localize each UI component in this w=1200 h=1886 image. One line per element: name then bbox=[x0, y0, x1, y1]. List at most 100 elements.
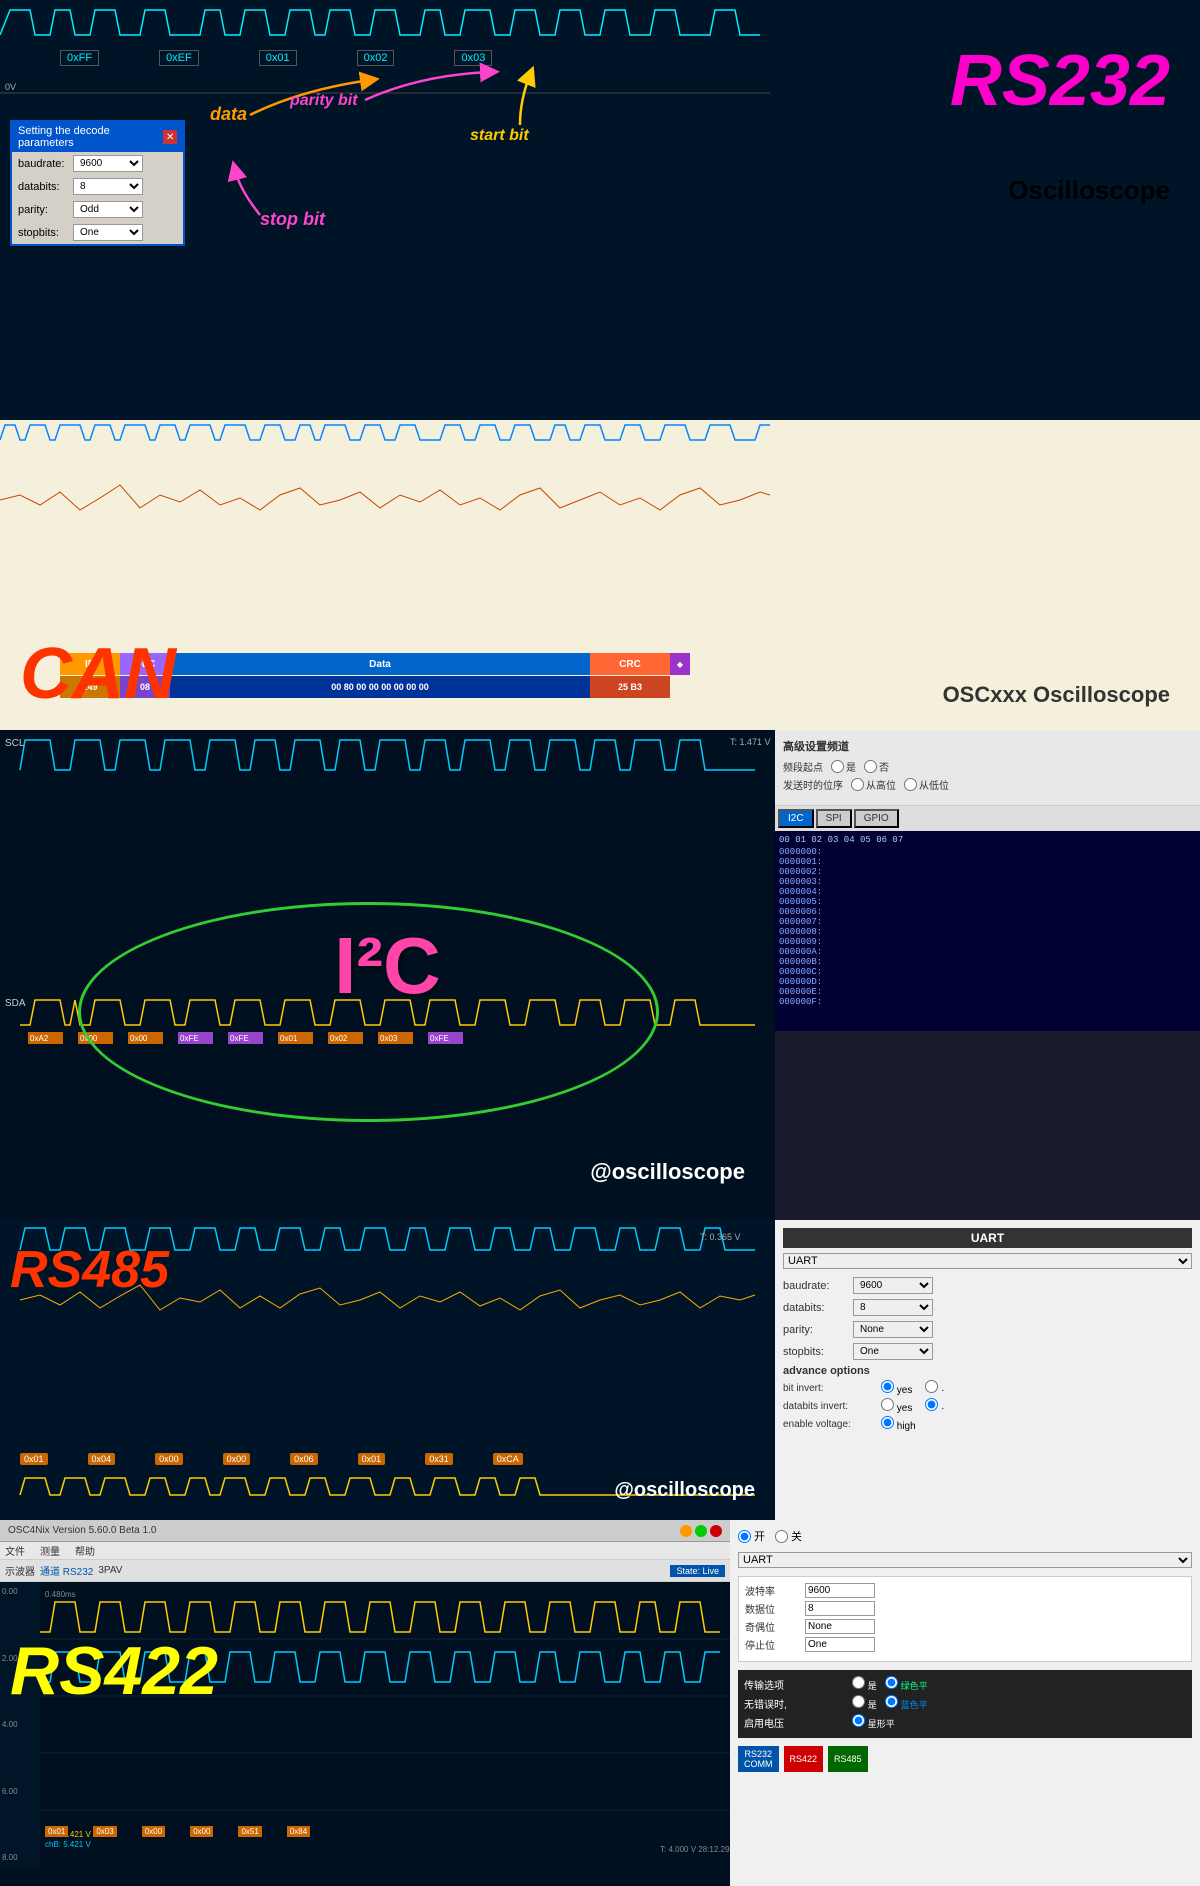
uart-databits-row: databits: 8 bbox=[783, 1299, 1192, 1316]
uart-databits-select[interactable]: 8 bbox=[853, 1299, 933, 1316]
rs422-parity-input[interactable] bbox=[805, 1619, 875, 1634]
can-crc-segment: CRC bbox=[590, 653, 670, 675]
svg-text:0V: 0V bbox=[5, 82, 16, 92]
stopbits-select[interactable]: One Two bbox=[73, 224, 143, 241]
i2c-data-display: 00 01 02 03 04 05 06 07 0000000: 0000001… bbox=[775, 831, 1200, 1031]
rs422-databits-input[interactable] bbox=[805, 1601, 875, 1616]
tab-gpio[interactable]: GPIO bbox=[854, 809, 899, 828]
rs422-open-close: 开 关 bbox=[738, 1528, 1192, 1544]
hex-label-01: 0x01 bbox=[259, 50, 297, 66]
toolbar-rs232[interactable]: 通道 RS232 bbox=[40, 1563, 93, 1578]
rs232-oscilloscope-label: Oscilloscope bbox=[1008, 175, 1170, 206]
rs422-data-no[interactable]: 蓝色平 bbox=[885, 1695, 928, 1711]
rs422-hex-0: 0x01 bbox=[45, 1826, 68, 1837]
uart-parity-select[interactable]: None bbox=[853, 1321, 933, 1338]
i2c-radio-msb[interactable]: 从高位 bbox=[851, 777, 896, 792]
can-waveform-svg bbox=[0, 420, 770, 620]
hex-label-03: 0x03 bbox=[454, 50, 492, 66]
rs422-hex-row: 0x01 0x03 0x00 0x00 0x51 0x84 bbox=[45, 1826, 310, 1837]
i2c-title: I²C bbox=[334, 920, 441, 1012]
uart-section-title: UART bbox=[783, 1228, 1192, 1248]
parity-select[interactable]: Odd Even None bbox=[73, 201, 143, 218]
rs485-button[interactable]: RS485 bbox=[828, 1746, 868, 1772]
i2c-data-row-0: 0000000: bbox=[779, 847, 1196, 857]
rs422-waveform-svg: 0.480ms T: 4.000 V 28:12.295 chA: 5.421 … bbox=[40, 1582, 730, 1867]
rs422-close-button[interactable] bbox=[710, 1525, 722, 1537]
maximize-button[interactable] bbox=[695, 1525, 707, 1537]
rs422-protocol-buttons: RS232COMM RS422 RS485 bbox=[738, 1746, 1192, 1772]
databits-invert-yes[interactable]: yes bbox=[881, 1398, 912, 1414]
can-title: CAN bbox=[20, 633, 176, 715]
databits-invert-label: databits invert: bbox=[783, 1401, 873, 1412]
i2c-setting-label2: 发送时的位序 bbox=[783, 777, 843, 792]
i2c-radio-yes[interactable]: 是 bbox=[831, 759, 856, 774]
i2c-data-row-c: 000000C: bbox=[779, 967, 1196, 977]
rs422-bitinvert-label: 传输选项 bbox=[744, 1677, 844, 1692]
rs422-data-yes[interactable]: 是 bbox=[852, 1695, 877, 1711]
minimize-button[interactable] bbox=[680, 1525, 692, 1537]
bit-invert-label: bit invert: bbox=[783, 1383, 873, 1394]
i2c-data-row-2: 0000002: bbox=[779, 867, 1196, 877]
i2c-radio-lsb[interactable]: 从低位 bbox=[904, 777, 949, 792]
toolbar-pav: 3PAV bbox=[98, 1565, 122, 1576]
decode-parity-row: parity: Odd Even None bbox=[12, 198, 183, 221]
tab-spi[interactable]: SPI bbox=[816, 809, 852, 828]
rs232-comm-button[interactable]: RS232COMM bbox=[738, 1746, 779, 1772]
rs422-window-title-bar: OSC4Nix Version 5.60.0 Beta 1.0 bbox=[0, 1520, 730, 1542]
rs485-hex-7: 0xCA bbox=[493, 1453, 523, 1465]
rs485-hex-1: 0x04 bbox=[88, 1453, 116, 1465]
bit-invert-no[interactable]: · bbox=[925, 1380, 944, 1396]
rs422-baudrate-input[interactable] bbox=[805, 1583, 875, 1598]
rs422-hex-4: 0x51 bbox=[238, 1826, 261, 1837]
baudrate-select[interactable]: 9600 115200 bbox=[73, 155, 143, 172]
rs422-bit-no[interactable]: 绿色平 bbox=[885, 1676, 928, 1692]
uart-baudrate-row: baudrate: 9600 bbox=[783, 1277, 1192, 1294]
rs422-section: OSC4Nix Version 5.60.0 Beta 1.0 文件 测量 帮助… bbox=[0, 1520, 1200, 1886]
rs422-stopbits-row: 停止位 bbox=[745, 1637, 1185, 1652]
decode-dialog-close-button[interactable]: ✕ bbox=[163, 130, 177, 144]
i2c-radio-no[interactable]: 否 bbox=[864, 759, 889, 774]
i2c-settings-row1: 频段起点 是 否 bbox=[783, 759, 1192, 774]
uart-baudrate-select[interactable]: 9600 bbox=[853, 1277, 933, 1294]
sda-label: SDA bbox=[5, 998, 26, 1009]
rs485-hex-4: 0x06 bbox=[290, 1453, 318, 1465]
rs485-hex-3: 0x00 bbox=[223, 1453, 251, 1465]
open-radio[interactable]: 开 bbox=[738, 1528, 765, 1544]
svg-text:chB: 5.421 V: chB: 5.421 V bbox=[45, 1840, 91, 1849]
tab-i2c[interactable]: I2C bbox=[778, 809, 814, 828]
baudrate-label: baudrate: bbox=[18, 158, 73, 170]
i2c-data-row-1: 0000001: bbox=[779, 857, 1196, 867]
databits-select[interactable]: 8 7 bbox=[73, 178, 143, 195]
databits-invert-no[interactable]: · bbox=[925, 1398, 944, 1414]
svg-text:T: 1.471 V: T: 1.471 V bbox=[730, 737, 771, 747]
rs422-enable-label: 启用电压 bbox=[744, 1715, 844, 1730]
i2c-data-row-7: 0000007: bbox=[779, 917, 1196, 927]
rs422-menu-bar: 文件 测量 帮助 bbox=[0, 1542, 730, 1560]
rs485-section: RS485 T: 0.365 V 0x01 0x04 0x00 0x00 0x0… bbox=[0, 1220, 1200, 1520]
uart-stopbits-select[interactable]: One bbox=[853, 1343, 933, 1360]
enable-voltage-high[interactable]: high bbox=[881, 1416, 916, 1432]
i2c-settings-panel: 高级设置频道 频段起点 是 否 发送时的位序 从高位 从低位 bbox=[775, 730, 1200, 806]
rs422-settings-panel: 波特率 数据位 奇偶位 停止位 bbox=[738, 1576, 1192, 1662]
menu-file[interactable]: 文件 bbox=[5, 1543, 25, 1558]
menu-help[interactable]: 帮助 bbox=[75, 1543, 95, 1558]
bit-invert-yes[interactable]: yes bbox=[881, 1380, 912, 1396]
rs422-parity-row: 奇偶位 bbox=[745, 1619, 1185, 1634]
rs422-stopbits-input[interactable] bbox=[805, 1637, 875, 1652]
rs422-enable-high[interactable]: 星形平 bbox=[852, 1714, 895, 1730]
close-radio[interactable]: 关 bbox=[775, 1528, 802, 1544]
rs422-hex-5: 0x84 bbox=[287, 1826, 310, 1837]
open-label: 开 bbox=[754, 1528, 765, 1544]
menu-measure[interactable]: 测量 bbox=[40, 1543, 60, 1558]
uart-type-select[interactable]: UART bbox=[783, 1253, 1192, 1269]
rs232-title: RS232 bbox=[950, 40, 1170, 122]
y-label-4: 8.00 bbox=[2, 1853, 38, 1862]
decode-databits-row: databits: 8 7 bbox=[12, 175, 183, 198]
can-data-segment: Data bbox=[170, 653, 590, 675]
rs232-waveform-bottom: 0V bbox=[0, 78, 770, 108]
rs422-uart-select[interactable]: UART bbox=[738, 1552, 1192, 1568]
rs422-bit-yes[interactable]: 是 bbox=[852, 1676, 877, 1692]
rs422-button[interactable]: RS422 bbox=[784, 1746, 824, 1772]
hex-label-ef: 0xEF bbox=[159, 50, 199, 66]
rs422-bitinvert-row: 传输选项 是 绿色平 bbox=[744, 1676, 1186, 1692]
